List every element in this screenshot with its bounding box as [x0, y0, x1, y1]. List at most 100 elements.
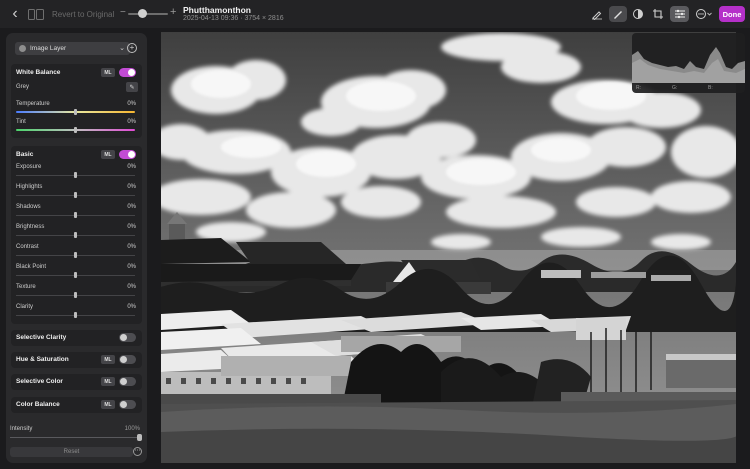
markup-button[interactable] [588, 6, 606, 22]
back-button[interactable]: ‹ [8, 5, 22, 22]
temperature-value: 0% [127, 101, 136, 107]
eyedropper-button[interactable]: ✎ [126, 82, 138, 92]
temperature-slider-thumb[interactable] [74, 109, 77, 115]
clarity-label: Clarity [16, 304, 34, 310]
color-balance-section[interactable]: Color Balance ML [11, 397, 142, 413]
contrast-slider-thumb[interactable] [74, 252, 77, 258]
brightness-slider-thumb[interactable] [74, 232, 77, 238]
zoom-out-button[interactable]: − [120, 7, 126, 18]
color-balance-ml-button[interactable]: ML [101, 400, 115, 409]
photo-image [161, 32, 736, 463]
basic-ml-button[interactable]: ML [101, 150, 115, 159]
tint-slider-thumb[interactable] [74, 127, 77, 133]
layer-icon [19, 45, 26, 52]
crop-icon [653, 9, 663, 19]
markup-icon [592, 11, 602, 20]
black-point-slider-thumb[interactable] [74, 272, 77, 278]
reset-button[interactable]: Reset [10, 447, 133, 457]
more-icon [696, 9, 712, 19]
retouch-button[interactable] [609, 6, 627, 22]
shadows-label: Shadows [16, 204, 41, 210]
intensity-value: 100% [124, 426, 140, 432]
selective-clarity-title: Selective Clarity [16, 334, 67, 341]
white-balance-toggle[interactable] [119, 68, 136, 77]
highlights-slider-thumb[interactable] [74, 192, 77, 198]
selective-color-title: Selective Color [16, 378, 63, 385]
hue-saturation-toggle[interactable] [119, 355, 136, 364]
color-balance-title: Color Balance [16, 401, 60, 408]
zoom-slider-thumb[interactable] [138, 9, 147, 18]
exposure-label: Exposure [16, 164, 42, 170]
crop-button[interactable] [649, 6, 667, 22]
color-balance-toggle[interactable] [119, 400, 136, 409]
hue-saturation-section[interactable]: Hue & Saturation ML [11, 352, 142, 368]
selective-clarity-toggle[interactable] [119, 333, 136, 342]
shadows-slider-thumb[interactable] [74, 212, 77, 218]
photo-title: Phutthamonthon [183, 5, 251, 15]
black-point-label: Black Point [16, 264, 47, 270]
temperature-label: Temperature [16, 101, 50, 107]
chevron-left-icon: ‹ [12, 5, 18, 22]
contrast-value: 0% [127, 244, 136, 250]
zoom-slider[interactable] [128, 13, 168, 15]
retouch-icon [614, 11, 622, 19]
add-layer-button[interactable]: + [127, 43, 137, 53]
toolbar: ‹ Revert to Original − + Phutthamonthon … [0, 0, 750, 28]
black-point-value: 0% [127, 264, 136, 270]
adjust-color-icon [633, 9, 643, 19]
basic-title: Basic [16, 151, 34, 158]
sidebar-toggle-icon [28, 8, 44, 20]
selective-color-ml-button[interactable]: ML [101, 377, 115, 386]
photo-canvas[interactable] [161, 32, 736, 463]
basic-section: Basic ML Exposure 0% Highlights 0% Shadows 0%… [11, 146, 142, 324]
highlights-value: 0% [127, 184, 136, 190]
layer-select-label: Image Layer [30, 45, 67, 52]
reset-options-button[interactable]: ⋯ [133, 447, 142, 456]
adjustments-button[interactable] [670, 6, 689, 22]
eyedropper-icon: ✎ [129, 84, 135, 91]
tint-value: 0% [127, 119, 136, 125]
adjustments-panel: Image Layer ⌄ + White Balance ML Grey ✎ … [6, 33, 147, 463]
histogram-red-readout: R: [636, 85, 641, 91]
texture-slider-thumb[interactable] [74, 292, 77, 298]
intensity-label: Intensity [10, 426, 33, 432]
exposure-slider-thumb[interactable] [74, 172, 77, 178]
basic-toggle[interactable] [119, 150, 136, 159]
selective-clarity-section[interactable]: Selective Clarity [11, 330, 142, 346]
contrast-label: Contrast [16, 244, 39, 250]
texture-label: Texture [16, 284, 36, 290]
clarity-slider-thumb[interactable] [74, 312, 77, 318]
histogram-blue-readout: B: [708, 85, 713, 91]
white-balance-mode[interactable]: Grey [16, 84, 29, 90]
brightness-label: Brightness [16, 224, 45, 230]
adjust-color-button[interactable] [629, 6, 647, 22]
intensity-slider[interactable] [10, 437, 139, 438]
white-balance-title: White Balance [16, 69, 61, 76]
histogram: R: G: B: [632, 33, 745, 93]
more-options-button[interactable] [693, 6, 715, 22]
histogram-green-readout: G: [672, 85, 678, 91]
chevron-down-icon: ⌄ [119, 45, 125, 52]
white-balance-section: White Balance ML Grey ✎ Temperature 0% T… [11, 64, 142, 138]
selective-color-section[interactable]: Selective Color ML [11, 374, 142, 390]
texture-value: 0% [127, 284, 136, 290]
histogram-graph [632, 47, 745, 83]
tint-label: Tint [16, 119, 26, 125]
photo-subtitle: 2025-04-13 09:36 · 3754 × 2816 [183, 15, 284, 22]
layer-select[interactable]: Image Layer ⌄ [15, 42, 130, 55]
sidebar-toggle-button[interactable] [28, 8, 44, 20]
adjustments-icon [674, 9, 685, 19]
highlights-label: Highlights [16, 184, 43, 190]
brightness-value: 0% [127, 224, 136, 230]
exposure-value: 0% [127, 164, 136, 170]
selective-color-toggle[interactable] [119, 377, 136, 386]
hue-saturation-title: Hue & Saturation [16, 356, 69, 363]
clarity-value: 0% [127, 304, 136, 310]
hue-saturation-ml-button[interactable]: ML [101, 355, 115, 364]
done-button[interactable]: Done [719, 6, 745, 22]
white-balance-ml-button[interactable]: ML [101, 68, 115, 77]
shadows-value: 0% [127, 204, 136, 210]
zoom-in-button[interactable]: + [170, 6, 176, 18]
intensity-slider-thumb[interactable] [137, 434, 142, 441]
revert-to-original-button[interactable]: Revert to Original [52, 8, 114, 21]
